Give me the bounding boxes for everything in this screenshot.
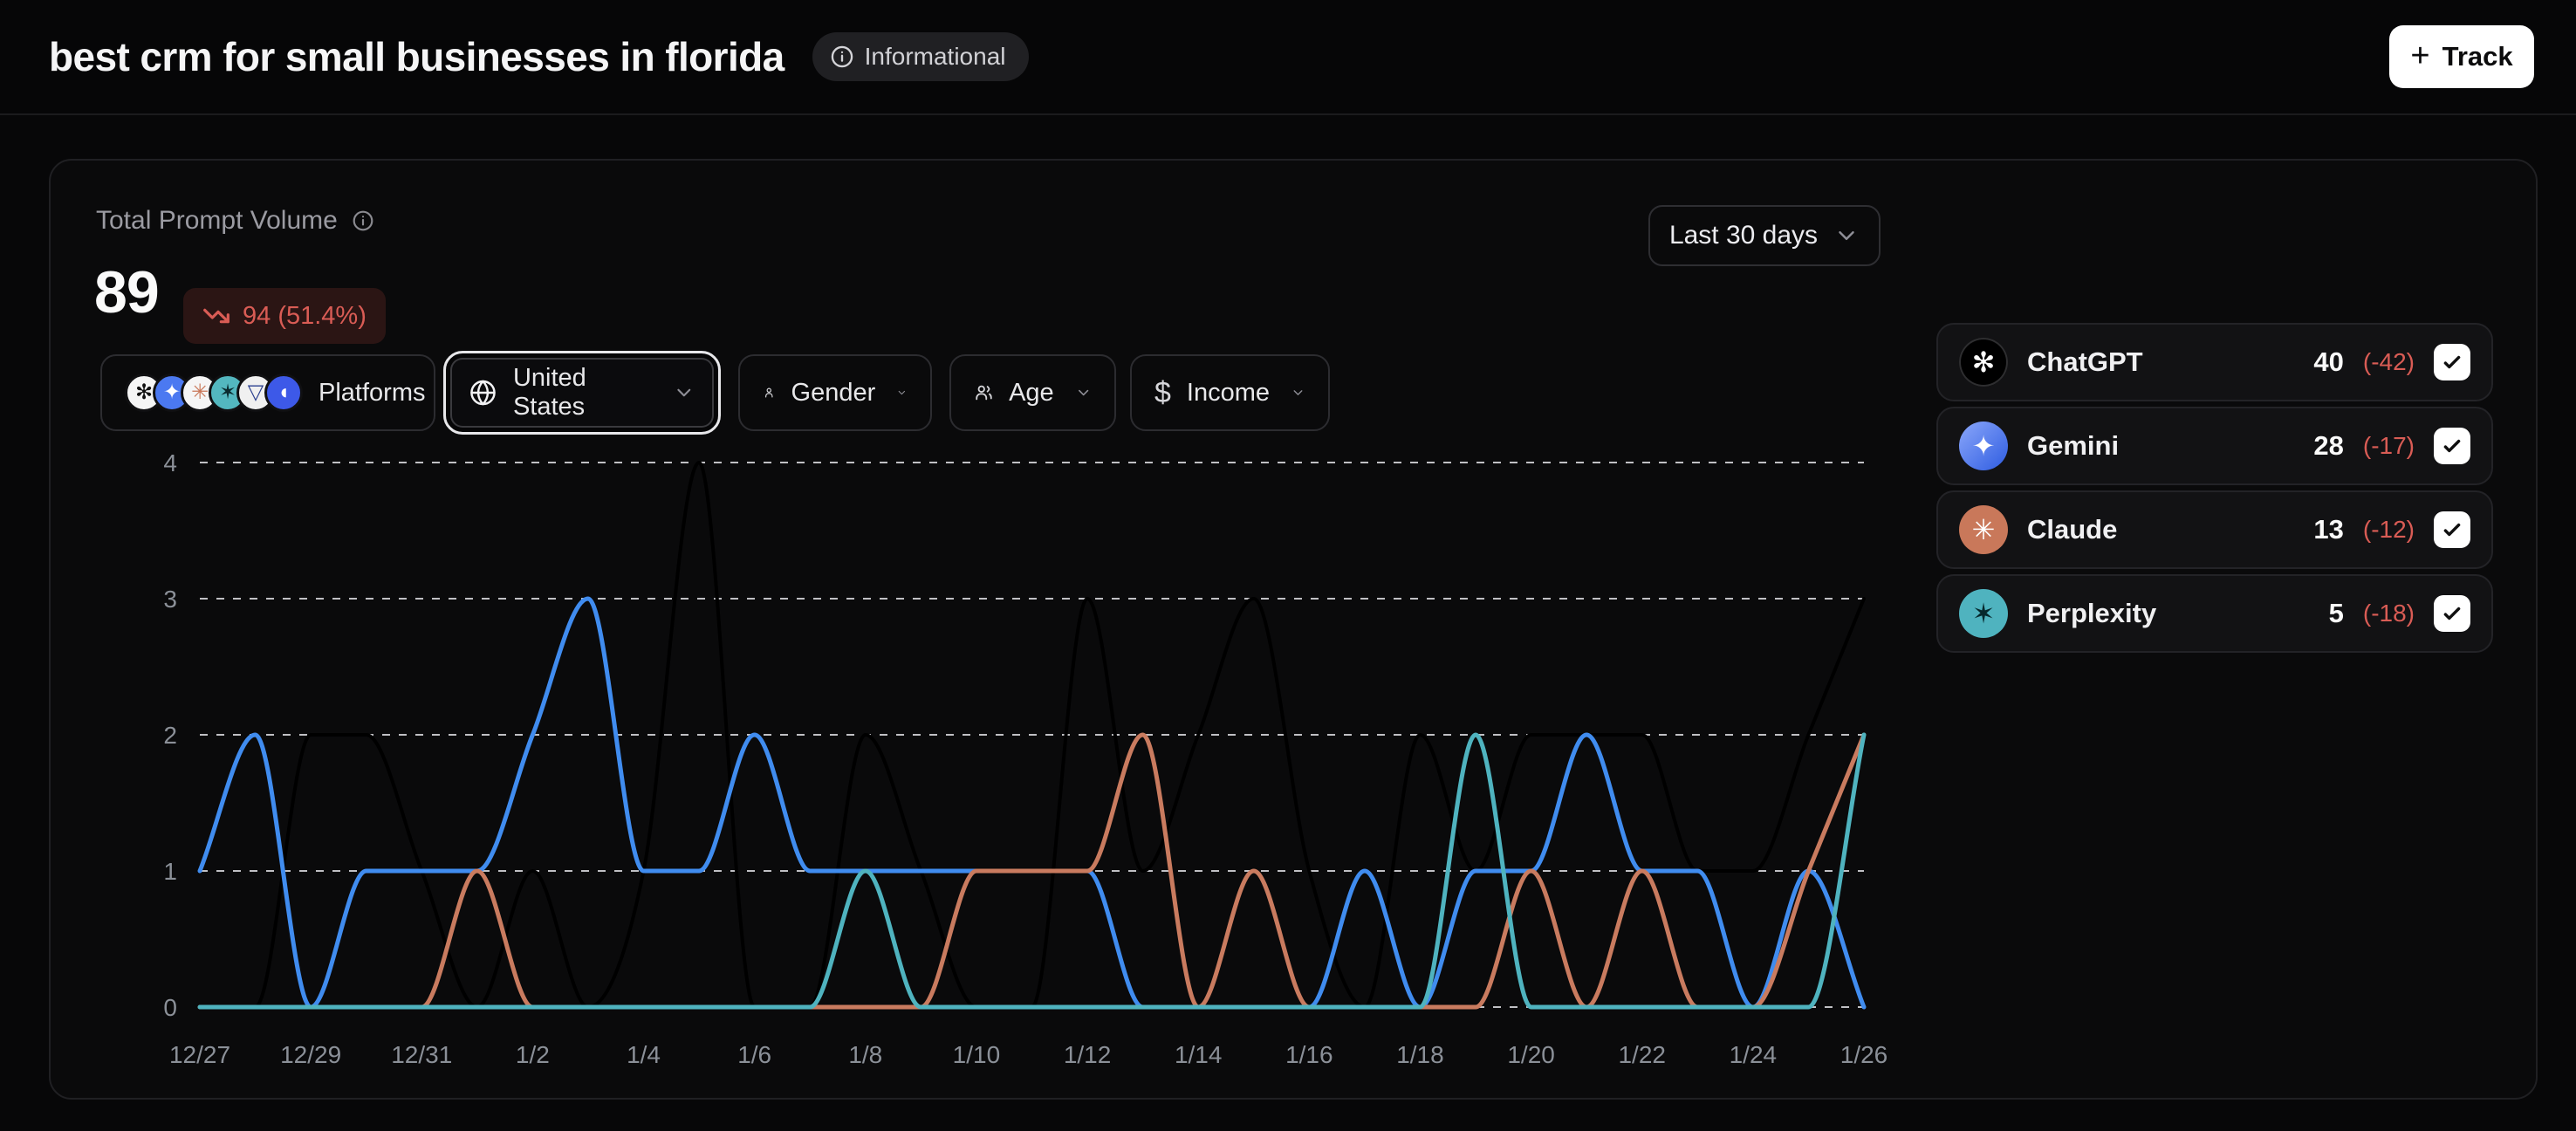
page-title: best crm for small businesses in florida (49, 33, 784, 80)
legend-item-gemini[interactable]: ✦ Gemini 28 (-17) (1936, 407, 2493, 485)
legend-delta: (-12) (2363, 516, 2415, 544)
y-axis-tick: 1 (163, 858, 177, 885)
x-axis-tick: 12/31 (391, 1041, 452, 1068)
legend-checkbox-perplexity[interactable] (2434, 595, 2470, 632)
plus-icon: + (2410, 39, 2429, 72)
y-axis-tick: 0 (163, 994, 177, 1021)
legend-name: Gemini (2027, 430, 2119, 462)
x-axis-tick: 1/18 (1396, 1041, 1444, 1068)
x-axis-tick: 1/14 (1175, 1041, 1223, 1068)
legend-checkbox-gemini[interactable] (2434, 428, 2470, 464)
y-axis-tick: 3 (163, 586, 177, 613)
legend-name: ChatGPT (2027, 346, 2143, 378)
check-icon (2441, 518, 2463, 541)
info-icon (830, 45, 854, 69)
track-button-label: Track (2442, 41, 2513, 72)
legend-value: 40 (2313, 346, 2343, 378)
x-axis-tick: 1/6 (737, 1041, 771, 1068)
x-axis-tick: 1/10 (953, 1041, 1001, 1068)
x-axis-tick: 1/26 (1840, 1041, 1888, 1068)
intent-badge-label: Informational (865, 43, 1006, 71)
x-axis-tick: 1/22 (1618, 1041, 1666, 1068)
perplexity-logo-icon: ✶ (1959, 589, 2008, 638)
legend-value: 5 (2329, 598, 2344, 629)
legend-name: Claude (2027, 514, 2117, 545)
x-axis-tick: 12/27 (169, 1041, 230, 1068)
gemini-logo-icon: ✦ (1959, 422, 2008, 470)
x-axis-tick: 1/4 (627, 1041, 661, 1068)
x-axis-tick: 1/20 (1507, 1041, 1555, 1068)
claude-logo-icon: ✳ (1959, 505, 2008, 554)
track-button[interactable]: + Track (2389, 25, 2534, 88)
x-axis-tick: 1/16 (1285, 1041, 1333, 1068)
legend-checkbox-claude[interactable] (2434, 511, 2470, 548)
legend-delta: (-17) (2363, 432, 2415, 460)
check-icon (2441, 602, 2463, 625)
x-axis-tick: 1/24 (1730, 1041, 1778, 1068)
y-axis-tick: 2 (163, 722, 177, 749)
x-axis-tick: 1/8 (848, 1041, 882, 1068)
x-axis-tick: 1/2 (516, 1041, 550, 1068)
y-axis-tick: 4 (163, 449, 177, 476)
legend-value: 28 (2313, 430, 2343, 462)
intent-badge: Informational (812, 32, 1029, 81)
legend-checkbox-chatgpt[interactable] (2434, 344, 2470, 380)
prompt-volume-card: Total Prompt Volume 89 94 (51.4%) Last 3… (49, 159, 2538, 1100)
check-icon (2441, 435, 2463, 457)
legend-name: Perplexity (2027, 598, 2156, 629)
legend-value: 13 (2313, 514, 2343, 545)
x-axis-tick: 12/29 (280, 1041, 341, 1068)
check-icon (2441, 351, 2463, 374)
x-axis-tick: 1/12 (1064, 1041, 1112, 1068)
legend-item-perplexity[interactable]: ✶ Perplexity 5 (-18) (1936, 574, 2493, 653)
legend-item-claude[interactable]: ✳ Claude 13 (-12) (1936, 490, 2493, 569)
legend-delta: (-18) (2363, 600, 2415, 627)
page-header: best crm for small businesses in florida… (0, 0, 2576, 115)
legend-delta: (-42) (2363, 348, 2415, 376)
legend-item-chatgpt[interactable]: ✻ ChatGPT 40 (-42) (1936, 323, 2493, 401)
chatgpt-logo-icon: ✻ (1959, 338, 2008, 387)
